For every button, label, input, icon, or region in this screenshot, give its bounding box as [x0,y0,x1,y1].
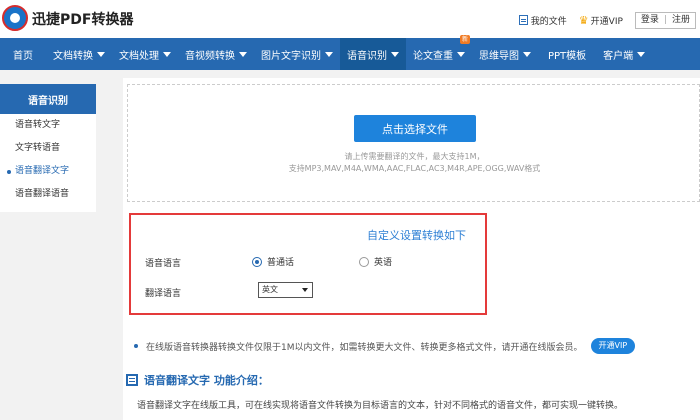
intro-book-icon [126,374,138,386]
open-vip-button[interactable]: 开通VIP [590,338,636,354]
caret-down-icon [97,51,105,57]
upgrade-notice: 在线版语音转换器转换文件仅限于1M以内文件，如需转换更大文件、转换更多格式文件，… [126,334,700,358]
sidebar-title: 语音识别 [0,84,96,114]
intro-heading: 语音翻译文字 功能介绍： [126,372,269,388]
settings-title: 自定义设置转换如下 [367,229,466,242]
upload-hint-formats: 支持MP3,MAV,M4A,WMA,AAC,FLAC,AC3,M4R,APE,O… [288,164,541,173]
nav-label: 思维导图 [479,50,519,62]
caret-down-icon [163,51,171,57]
new-badge: 新 [459,35,470,44]
upload-hint-size: 请上传需要翻译的文件，最大支持1M， [344,152,485,161]
translate-language-label: 翻译语言 [145,289,182,299]
nav-label: 文档处理 [119,50,159,62]
my-files-link[interactable]: 我的文件 [518,14,567,27]
radio-english[interactable]: 英语 [359,255,392,268]
dropdown-arrow-icon [302,288,308,292]
caret-down-icon [391,51,399,57]
select-file-button[interactable]: 点击选择文件 [354,115,476,142]
sidebar-item-speech-translate-text[interactable]: 语音翻译文字 [0,160,96,183]
nav-item-plagiarism-check[interactable]: 论文查重新 [406,35,472,70]
radio-label: 普通话 [267,258,295,268]
intro-text: 语音翻译文字在线版工具，可在线实现将语音文件转换为目标语言的文本，针对不同格式的… [137,401,624,411]
top-links: 我的文件 ♛ 开通VIP 登录 | 注册 [518,11,700,29]
upload-dropzone[interactable]: 点击选择文件 请上传需要翻译的文件，最大支持1M， 支持MP3,MAV,M4A,… [127,84,700,202]
caret-down-icon [239,51,247,57]
nav-label: 客户端 [603,50,634,62]
nav-item-mind-map[interactable]: 思维导图 [472,38,538,70]
conversion-settings-box: 自定义设置转换如下 语音语言 普通话 英语 翻译语言 英文 [129,213,487,315]
sidebar-item-speech-to-text[interactable]: 语音转文字 [0,114,96,137]
nav-label: 图片文字识别 [261,50,321,62]
register-link[interactable]: 注册 [667,13,695,28]
radio-label: 英语 [374,258,393,268]
nav-label: 语音识别 [347,50,387,62]
nav-label: PPT模板 [548,50,587,62]
brand-name[interactable]: 迅捷PDF转换器 [32,9,133,29]
nav-item-ocr[interactable]: 图片文字识别 [254,38,340,70]
main-panel: 点击选择文件 请上传需要翻译的文件，最大支持1M， 支持MP3,MAV,M4A,… [123,78,700,420]
nav-item-speech-recognition[interactable]: 语音识别 [340,38,406,70]
sidebar-item-text-to-speech[interactable]: 文字转语音 [0,137,96,160]
caret-down-icon [523,51,531,57]
voice-language-label: 语音语言 [145,259,182,269]
login-link[interactable]: 登录 [636,13,664,28]
open-vip-link[interactable]: ♛ 开通VIP [579,14,623,27]
radio-checked-icon [252,256,262,267]
nav-item-client[interactable]: 客户端 [596,38,652,70]
my-files-label: 我的文件 [530,16,567,27]
nav-item-home[interactable]: 首页 [0,38,46,70]
caret-down-icon [325,51,333,57]
caret-down-icon [637,51,646,57]
nav-item-doc-convert[interactable]: 文档转换 [46,38,112,70]
main-nav: 首页 文档转换 文档处理 音视频转换 图片文字识别 语音识别 论文查重新 思维导… [0,35,700,70]
auth-box: 登录 | 注册 [634,11,696,29]
brand-logo-icon[interactable] [2,5,28,31]
radio-mandarin[interactable]: 普通话 [252,255,294,268]
logo-inner [10,13,20,23]
document-icon [518,15,528,25]
sidebar-item-speech-translate-speech[interactable]: 语音翻译语音 [0,183,96,206]
nav-item-av-convert[interactable]: 音视频转换 [178,38,254,70]
open-vip-label: 开通VIP [590,16,623,27]
select-value: 英文 [262,285,278,294]
crown-icon: ♛ [578,13,589,27]
translate-language-select[interactable]: 英文 [258,282,313,298]
nav-item-doc-process[interactable]: 文档处理 [112,38,178,70]
caret-down-icon [457,51,465,57]
nav-label: 音视频转换 [185,50,235,62]
notice-text: 在线版语音转换器转换文件仅限于1M以内文件，如需转换更大文件、转换更多格式文件，… [146,342,583,353]
sidebar: 语音识别 语音转文字 文字转语音 语音翻译文字 语音翻译语音 [0,84,96,212]
top-header: 迅捷PDF转换器 我的文件 ♛ 开通VIP 登录 | 注册 [0,0,700,38]
bullet-icon [134,344,138,348]
nav-label: 首页 [13,50,33,62]
intro-title: 语音翻译文字 功能介绍： [144,374,269,387]
nav-item-ppt-template[interactable]: PPT模板 [538,38,596,70]
radio-unchecked-icon [359,256,369,267]
nav-label: 文档转换 [53,50,93,62]
nav-label: 论文查重 [413,50,453,62]
